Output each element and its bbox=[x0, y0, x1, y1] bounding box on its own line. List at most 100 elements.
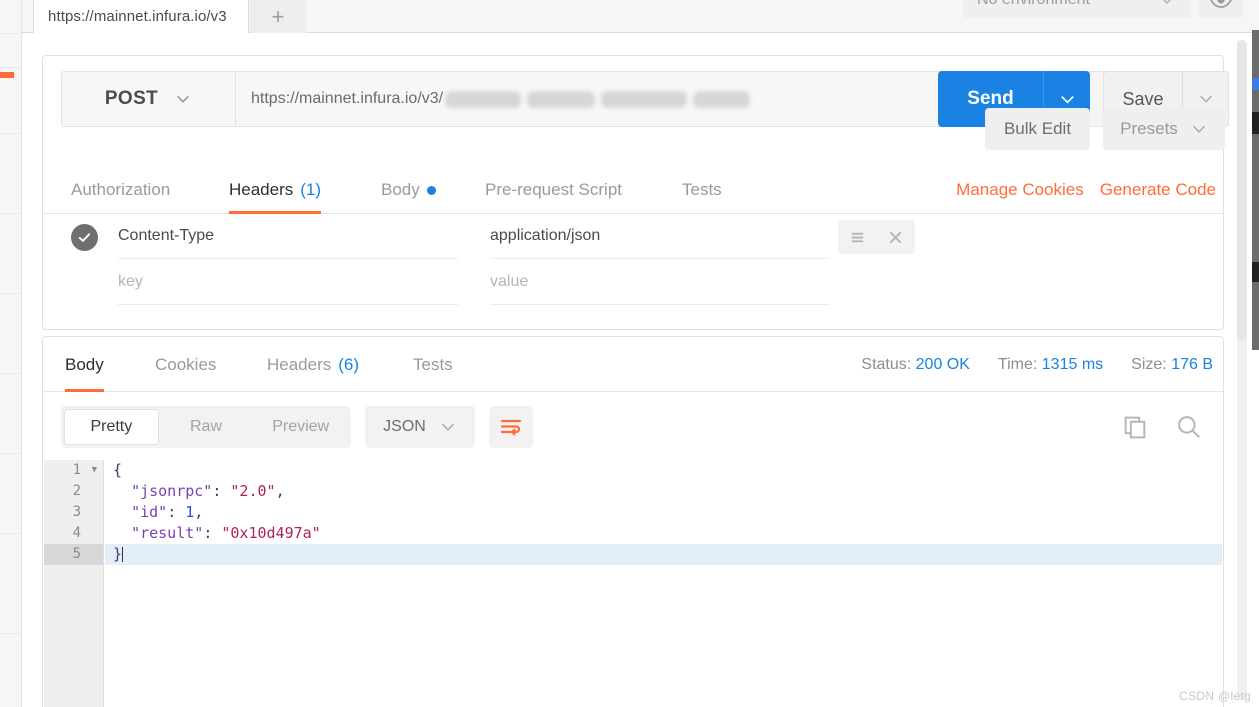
watermark: CSDN @letg bbox=[1179, 689, 1251, 703]
tab-label: Cookies bbox=[155, 354, 217, 374]
response-section-tabs: Body Cookies Headers (6) Tests Status: 2… bbox=[43, 337, 1223, 392]
header-key-input[interactable]: Content-Type bbox=[118, 214, 458, 259]
request-tab-bar: https://mainnet.infura.io/v3 + No enviro… bbox=[22, 0, 1259, 33]
line-number: 1 ▼ bbox=[44, 460, 103, 481]
chevron-down-icon bbox=[1197, 90, 1215, 108]
code-token: "id" bbox=[131, 503, 168, 521]
code-line: "result": "0x10d497a" bbox=[105, 523, 1222, 544]
request-tab[interactable]: https://mainnet.infura.io/v3 bbox=[33, 0, 249, 33]
offscreen-marker bbox=[1252, 112, 1259, 134]
code-line-active: } bbox=[105, 544, 1222, 565]
line-number: 4 bbox=[72, 525, 81, 541]
size-value: 176 B bbox=[1171, 355, 1213, 373]
chevron-down-icon bbox=[174, 90, 192, 108]
sidebar-strip-row bbox=[0, 340, 22, 374]
tab-authorization[interactable]: Authorization bbox=[71, 166, 170, 214]
presets-button[interactable]: Presets bbox=[1103, 108, 1225, 150]
code-line: { bbox=[105, 460, 1222, 481]
header-value-input[interactable]: application/json bbox=[490, 214, 830, 259]
response-toolbar: Pretty Raw Preview JSON bbox=[43, 392, 1223, 460]
sidebar-strip-row bbox=[0, 180, 22, 214]
chevron-down-icon bbox=[1157, 0, 1177, 10]
bulk-edit-button[interactable]: Bulk Edit bbox=[985, 108, 1090, 150]
search-icon[interactable] bbox=[1175, 413, 1203, 441]
tab-tests[interactable]: Tests bbox=[682, 166, 722, 214]
presets-label: Presets bbox=[1120, 119, 1178, 138]
request-builder-panel: POST https://mainnet.infura.io/v3/ Send … bbox=[42, 55, 1229, 330]
code-line: "jsonrpc": "2.0", bbox=[105, 481, 1222, 502]
generate-code-link[interactable]: Generate Code bbox=[1100, 180, 1216, 200]
tab-headers[interactable]: Headers (1) bbox=[229, 166, 322, 214]
word-wrap-button[interactable] bbox=[489, 406, 533, 448]
header-value-input-empty[interactable]: value bbox=[490, 260, 830, 305]
tab-label: Tests bbox=[413, 354, 453, 374]
header-row-checkbox[interactable] bbox=[71, 224, 98, 251]
tab-body[interactable]: Body bbox=[381, 166, 436, 214]
tab-label: Body bbox=[65, 354, 104, 374]
code-token: "jsonrpc" bbox=[131, 482, 213, 500]
code-token: "2.0" bbox=[230, 482, 276, 500]
response-body-editor[interactable]: 1 ▼ 2 3 4 5 { "jsonrpc": "2.0", "id": 1,… bbox=[44, 460, 1222, 707]
line-number: 3 bbox=[72, 504, 81, 520]
response-format-select[interactable]: JSON bbox=[365, 406, 475, 448]
line-number: 2 bbox=[72, 483, 81, 499]
headers-table: Content-Type application/json key value bbox=[43, 214, 1223, 306]
eye-icon bbox=[1209, 0, 1233, 12]
sidebar-strip-row bbox=[0, 34, 22, 68]
view-mode-raw[interactable]: Raw bbox=[160, 410, 253, 444]
http-method-label: POST bbox=[104, 88, 159, 109]
header-key-text: Content-Type bbox=[118, 227, 215, 244]
sidebar-strip-row bbox=[0, 100, 22, 134]
response-tab-cookies[interactable]: Cookies bbox=[155, 337, 216, 392]
environment-selector[interactable]: No environment bbox=[963, 0, 1191, 18]
main-content: POST https://mainnet.infura.io/v3/ Send … bbox=[22, 33, 1237, 707]
header-value-text: application/json bbox=[490, 227, 601, 244]
tab-label: Headers bbox=[229, 180, 294, 199]
check-icon bbox=[77, 230, 92, 245]
http-method-select[interactable]: POST bbox=[61, 71, 236, 127]
chevron-down-icon bbox=[439, 418, 457, 436]
header-row-actions bbox=[838, 220, 915, 254]
list-icon[interactable] bbox=[849, 229, 866, 246]
tab-count: (6) bbox=[338, 354, 360, 374]
close-icon[interactable] bbox=[887, 229, 904, 246]
response-tab-tests[interactable]: Tests bbox=[413, 337, 453, 392]
view-mode-pretty[interactable]: Pretty bbox=[65, 410, 158, 444]
page-scrollbar[interactable] bbox=[1236, 40, 1247, 700]
table-row: Content-Type application/json bbox=[43, 214, 1223, 260]
environment-quick-look-button[interactable] bbox=[1199, 0, 1243, 18]
line-number-text: 1 bbox=[72, 462, 81, 478]
table-row: key value bbox=[43, 260, 1223, 306]
response-tab-headers[interactable]: Headers (6) bbox=[267, 337, 359, 392]
view-mode-preview[interactable]: Preview bbox=[254, 410, 347, 444]
code-token: 1 bbox=[185, 503, 195, 521]
sidebar-strip-row bbox=[0, 0, 22, 34]
header-key-input-empty[interactable]: key bbox=[118, 260, 458, 305]
plus-icon[interactable]: + bbox=[250, 0, 306, 33]
postman-app-window: https://mainnet.infura.io/v3 + No enviro… bbox=[0, 0, 1259, 707]
code-token: , bbox=[275, 482, 285, 500]
caret-down-icon[interactable]: ▼ bbox=[92, 460, 97, 481]
code-token: "0x10d497a" bbox=[221, 524, 321, 542]
sidebar-strip bbox=[0, 0, 22, 707]
response-tab-body[interactable]: Body bbox=[65, 337, 104, 392]
code-token: { bbox=[113, 461, 123, 479]
header-key-placeholder: key bbox=[118, 273, 143, 290]
copy-icon[interactable] bbox=[1122, 414, 1149, 441]
response-tool-icons bbox=[1122, 406, 1203, 448]
tab-pre-request-script[interactable]: Pre-request Script bbox=[485, 166, 622, 214]
sidebar-strip-row bbox=[0, 260, 22, 294]
response-view-mode-group: Pretty Raw Preview bbox=[61, 406, 351, 448]
editor-code-area[interactable]: { "jsonrpc": "2.0", "id": 1, "result": "… bbox=[105, 460, 1222, 707]
line-number-active: 5 bbox=[44, 544, 103, 565]
manage-cookies-link[interactable]: Manage Cookies bbox=[956, 180, 1084, 200]
size-meta: Size: 176 B bbox=[1131, 356, 1213, 374]
page-scrollbar-thumb[interactable] bbox=[1236, 40, 1247, 340]
request-tab-label: https://mainnet.infura.io/v3 bbox=[48, 8, 227, 25]
offscreen-window-edge bbox=[1252, 30, 1259, 350]
code-token: : bbox=[212, 482, 231, 500]
request-action-links: Manage Cookies Generate Code bbox=[956, 166, 1216, 214]
